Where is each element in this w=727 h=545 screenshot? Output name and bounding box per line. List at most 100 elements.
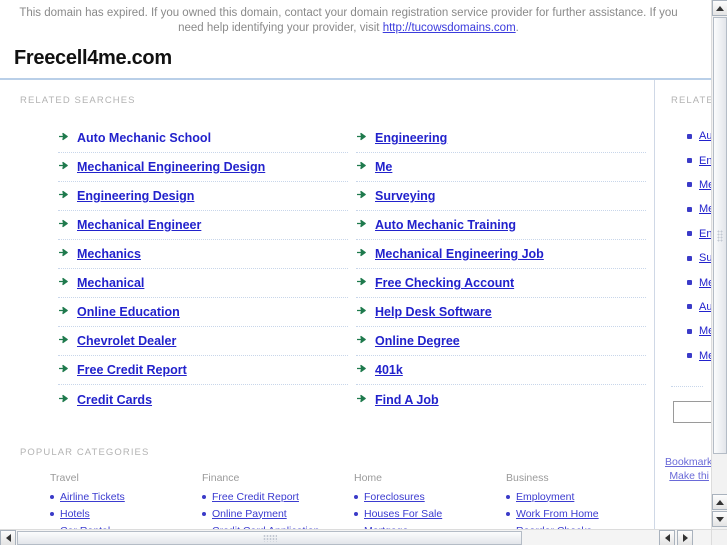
related-search-item[interactable]: Online Education xyxy=(58,298,348,327)
related-search-link[interactable]: Credit Cards xyxy=(77,393,152,407)
related-search-link[interactable]: Surveying xyxy=(375,189,435,203)
page-title: Freecell4me.com xyxy=(14,47,172,69)
sidebar-related-item[interactable]: Su xyxy=(687,246,711,270)
popular-category-link[interactable]: Airline Tickets xyxy=(60,491,125,503)
sidebar-footer-link[interactable]: Bookmark xyxy=(665,455,711,469)
related-search-item[interactable]: Mechanics xyxy=(58,240,348,269)
related-search-link[interactable]: Help Desk Software xyxy=(375,305,492,319)
sidebar-related-item[interactable]: Au xyxy=(687,295,711,319)
related-search-item[interactable]: Auto Mechanic School xyxy=(58,124,348,153)
popular-categories-grid: TravelAirline TicketsHotelsCar RentalFin… xyxy=(0,458,654,529)
related-search-item[interactable]: Auto Mechanic Training xyxy=(356,211,646,240)
related-search-link[interactable]: Find A Job xyxy=(375,393,439,407)
sidebar-search-input[interactable] xyxy=(673,400,711,423)
popular-category-link[interactable]: Work From Home xyxy=(516,508,599,520)
popular-category-column: FinanceFree Credit ReportOnline PaymentC… xyxy=(202,472,354,529)
sidebar-related-item[interactable]: Au xyxy=(687,124,711,148)
related-search-link[interactable]: Mechanical xyxy=(77,276,144,290)
popular-category-link[interactable]: Foreclosures xyxy=(364,491,425,503)
sidebar-related-link[interactable]: Me xyxy=(699,277,711,289)
sidebar-related-item[interactable]: En xyxy=(687,222,711,246)
related-search-item[interactable]: 401k xyxy=(356,356,646,385)
related-search-link[interactable]: Mechanical Engineer xyxy=(77,218,201,232)
popular-category-item[interactable]: Airline Tickets xyxy=(50,489,202,504)
horizontal-scrollbar-thumb[interactable] xyxy=(17,531,522,545)
horizontal-scrollbar[interactable] xyxy=(0,529,711,545)
related-search-item[interactable]: Free Checking Account xyxy=(356,269,646,298)
inner-scroll-up-button[interactable] xyxy=(712,494,727,510)
related-search-link[interactable]: 401k xyxy=(375,363,403,377)
related-search-item[interactable]: Credit Cards xyxy=(58,385,348,414)
popular-category-item[interactable]: Employment xyxy=(506,489,658,504)
bullet-icon xyxy=(202,494,206,499)
sidebar-related-item[interactable]: Me xyxy=(687,197,711,221)
sidebar-related-item[interactable]: Me xyxy=(687,319,711,343)
scroll-left-button[interactable] xyxy=(0,530,16,545)
sidebar-related-item[interactable]: Me xyxy=(687,270,711,294)
popular-category-item[interactable]: Foreclosures xyxy=(354,489,506,504)
sidebar-related-link[interactable]: En xyxy=(699,228,711,240)
related-search-item[interactable]: Mechanical Engineer xyxy=(58,211,348,240)
sidebar-column: RELATED Au En Me Me En Su Me Au Me Me BookmarkMak… xyxy=(655,80,711,529)
sidebar-related-item[interactable]: En xyxy=(687,148,711,172)
sidebar-related-link[interactable]: Me xyxy=(699,203,711,215)
sidebar-related-item[interactable]: Me xyxy=(687,344,711,368)
inner-scroll-down-button[interactable] xyxy=(712,511,727,527)
sidebar-related-link[interactable]: Me xyxy=(699,179,711,191)
scroll-left-icon xyxy=(5,534,11,542)
sidebar-related-link[interactable]: Me xyxy=(699,350,711,362)
popular-category-link[interactable]: Hotels xyxy=(60,508,90,520)
sidebar-footer-link[interactable]: Make thi xyxy=(665,469,709,483)
related-search-link[interactable]: Engineering Design xyxy=(77,189,194,203)
related-search-item[interactable]: Me xyxy=(356,153,646,182)
related-search-link[interactable]: Auto Mechanic Training xyxy=(375,218,516,232)
related-search-item[interactable]: Surveying xyxy=(356,182,646,211)
related-search-link[interactable]: Free Checking Account xyxy=(375,276,514,290)
related-search-item[interactable]: Chevrolet Dealer xyxy=(58,327,348,356)
popular-category-link[interactable]: Employment xyxy=(516,491,574,503)
popular-category-column: BusinessEmploymentWork From HomeReorder … xyxy=(506,472,658,529)
popular-category-item[interactable]: Free Credit Report xyxy=(202,489,354,504)
sidebar-related-link[interactable]: En xyxy=(699,155,711,167)
arrow-bullet-icon xyxy=(356,160,370,174)
related-search-link[interactable]: Online Degree xyxy=(375,334,460,348)
related-search-item[interactable]: Free Credit Report xyxy=(58,356,348,385)
popular-category-heading: Finance xyxy=(202,472,240,484)
related-search-link[interactable]: Mechanical Engineering Design xyxy=(77,160,265,174)
related-search-link[interactable]: Me xyxy=(375,160,392,174)
scroll-right-button[interactable] xyxy=(677,530,693,545)
related-search-item[interactable]: Help Desk Software xyxy=(356,298,646,327)
related-search-item[interactable]: Online Degree xyxy=(356,327,646,356)
popular-category-link[interactable]: Online Payment xyxy=(212,508,287,520)
sidebar-related-link[interactable]: Me xyxy=(699,325,711,337)
related-search-item[interactable]: Engineering xyxy=(356,124,646,153)
popular-category-link[interactable]: Free Credit Report xyxy=(212,491,299,503)
sidebar-related-item[interactable]: Me xyxy=(687,173,711,197)
related-search-link[interactable]: Free Credit Report xyxy=(77,363,187,377)
popular-category-item[interactable]: Work From Home xyxy=(506,506,658,521)
sidebar-related-link[interactable]: Su xyxy=(699,252,711,264)
related-search-link[interactable]: Mechanical Engineering Job xyxy=(375,247,544,261)
vertical-scrollbar[interactable] xyxy=(711,0,727,545)
related-search-item[interactable]: Find A Job xyxy=(356,385,646,414)
arrow-bullet-icon xyxy=(356,334,370,348)
popular-category-item[interactable]: Online Payment xyxy=(202,506,354,521)
sidebar-related-link[interactable]: Au xyxy=(699,130,711,142)
popular-category-item[interactable]: Houses For Sale xyxy=(354,506,506,521)
related-search-item[interactable]: Mechanical xyxy=(58,269,348,298)
popular-category-item[interactable]: Hotels xyxy=(50,506,202,521)
vertical-scrollbar-thumb[interactable] xyxy=(713,17,727,454)
related-search-item[interactable]: Mechanical Engineering Design xyxy=(58,153,348,182)
scroll-up-button[interactable] xyxy=(712,0,727,16)
popular-category-link[interactable]: Houses For Sale xyxy=(364,508,442,520)
tucows-domains-link[interactable]: http://tucowsdomains.com xyxy=(383,22,516,34)
related-search-link[interactable]: Mechanics xyxy=(77,247,141,261)
sidebar-related-link[interactable]: Au xyxy=(699,301,711,313)
related-search-link[interactable]: Engineering xyxy=(375,131,447,145)
related-search-link[interactable]: Online Education xyxy=(77,305,180,319)
related-search-link[interactable]: Auto Mechanic School xyxy=(77,131,211,145)
scroll-right-inner-left-button[interactable] xyxy=(659,530,675,545)
related-search-link[interactable]: Chevrolet Dealer xyxy=(77,334,176,348)
related-search-item[interactable]: Engineering Design xyxy=(58,182,348,211)
related-search-item[interactable]: Mechanical Engineering Job xyxy=(356,240,646,269)
